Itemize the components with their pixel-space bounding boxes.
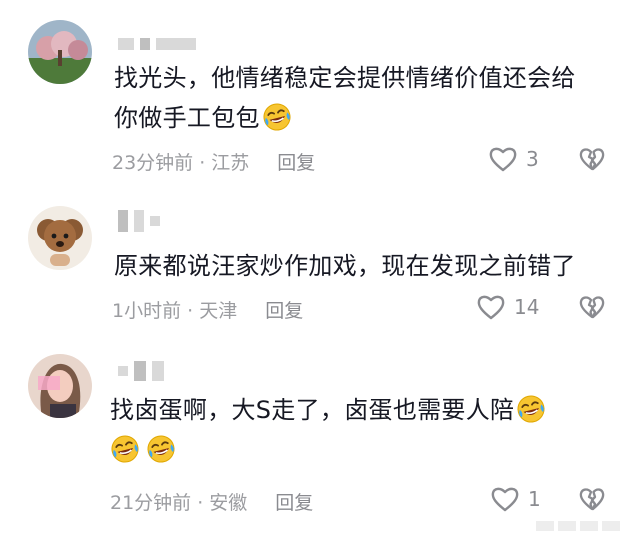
comment-item: 原来都说汪家炒作加戏，现在发现之前错了 1小时前 · 天津 回复 14: [0, 190, 640, 340]
broken-heart-icon: [578, 485, 606, 513]
time-location: 21分钟前 · 安徽: [110, 492, 248, 514]
comment-text: 原来都说汪家炒作加戏，现在发现之前错了: [114, 246, 576, 286]
heart-outline-icon: [476, 293, 506, 321]
dislike-button[interactable]: [578, 485, 606, 517]
username[interactable]: [118, 37, 196, 51]
avatar[interactable]: [28, 354, 92, 418]
comment-text-line: [110, 430, 546, 470]
tears-of-joy-emoji-icon: [110, 434, 140, 464]
reply-button[interactable]: 回复: [265, 296, 303, 323]
comment-meta: 21分钟前 · 安徽 回复: [110, 488, 313, 515]
comment-text-line: 原来都说汪家炒作加戏，现在发现之前错了: [114, 252, 576, 280]
avatar[interactable]: [28, 20, 92, 84]
avatar[interactable]: [28, 206, 92, 270]
reply-button[interactable]: 回复: [275, 488, 313, 515]
like-button[interactable]: 1: [490, 485, 541, 513]
tears-of-joy-emoji-icon: [262, 102, 292, 132]
like-button[interactable]: 3: [488, 145, 539, 173]
username[interactable]: [118, 210, 160, 232]
tears-of-joy-emoji-icon: [516, 394, 546, 424]
dislike-button[interactable]: [578, 293, 606, 325]
comment-text: 找卤蛋啊，大S走了，卤蛋也需要人陪: [110, 390, 546, 470]
broken-heart-icon: [578, 293, 606, 321]
watermark: [536, 521, 620, 531]
comment-text-line: 找光头，他情绪稳定会提供情绪价值还会给: [114, 64, 576, 92]
reply-button[interactable]: 回复: [277, 148, 315, 175]
comment-text-line: 找卤蛋啊，大S走了，卤蛋也需要人陪: [110, 390, 546, 430]
comment-meta: 1小时前 · 天津 回复: [112, 296, 303, 323]
heart-outline-icon: [488, 145, 518, 173]
comment-item: 找卤蛋啊，大S走了，卤蛋也需要人陪 21分钟前 · 安徽 回复 1: [0, 340, 640, 535]
time-location: 23分钟前 · 江苏: [112, 152, 250, 174]
like-count: 14: [514, 295, 540, 319]
comment-meta: 23分钟前 · 江苏 回复: [112, 148, 315, 175]
like-button[interactable]: 14: [476, 293, 539, 321]
time-location: 1小时前 · 天津: [112, 300, 238, 322]
comment-text: 找光头，他情绪稳定会提供情绪价值还会给 你做手工包包: [114, 58, 576, 138]
heart-outline-icon: [490, 485, 520, 513]
broken-heart-icon: [578, 145, 606, 173]
like-count: 3: [526, 147, 539, 171]
tears-of-joy-emoji-icon: [146, 434, 176, 464]
like-count: 1: [528, 487, 541, 511]
comment-item: 找光头，他情绪稳定会提供情绪价值还会给 你做手工包包 23分钟前 · 江苏 回复…: [0, 0, 640, 190]
comment-text-line: 你做手工包包: [114, 98, 576, 138]
dislike-button[interactable]: [578, 145, 606, 177]
username[interactable]: [118, 361, 164, 381]
